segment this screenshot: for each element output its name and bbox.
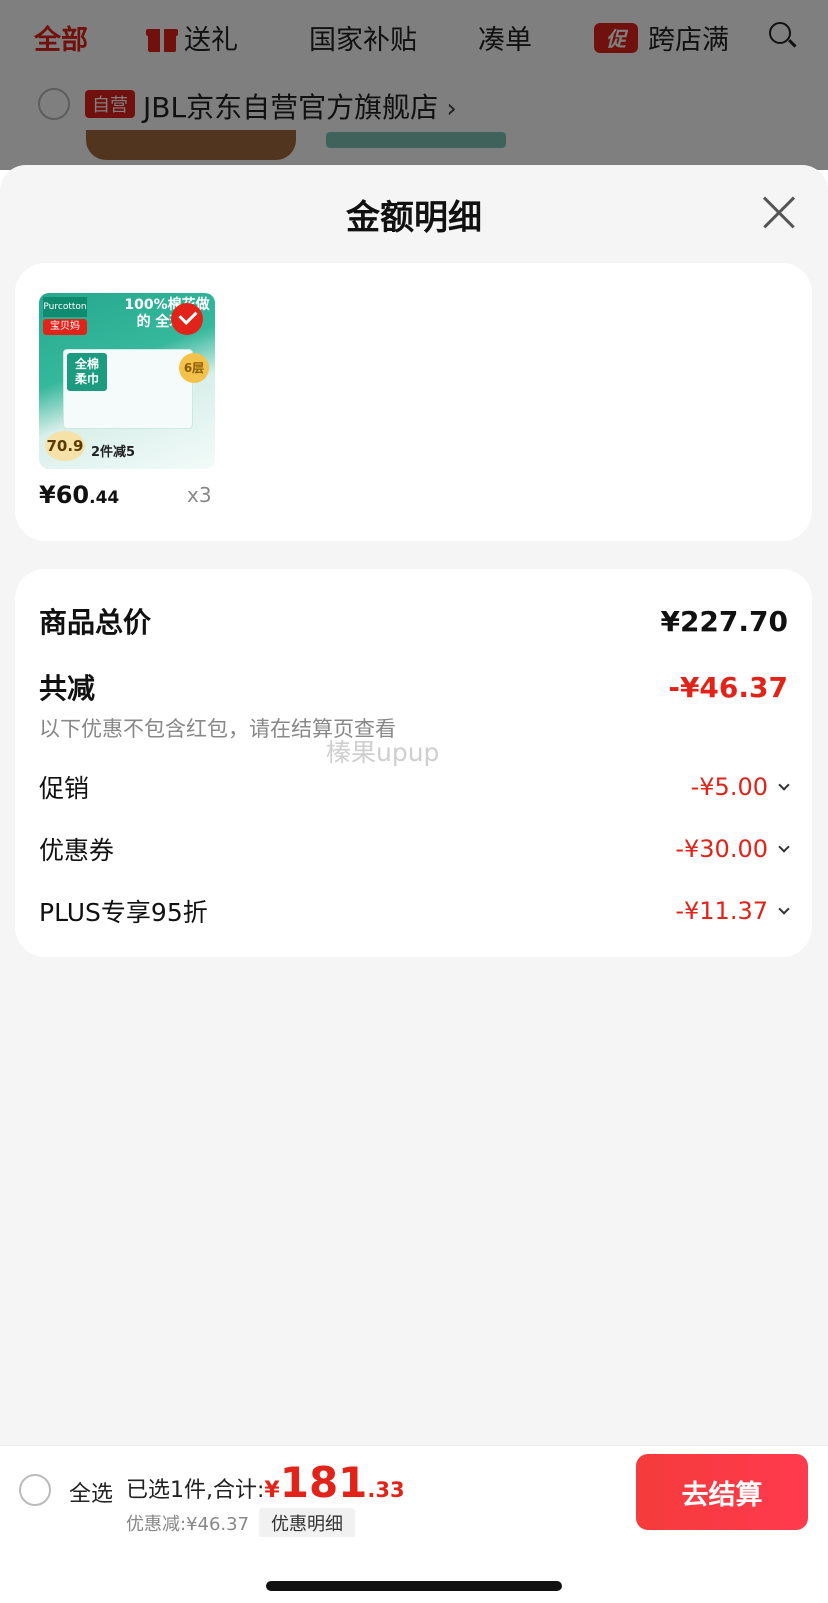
- home-indicator-area: [0, 1537, 828, 1603]
- plus-discount-value: -¥11.37: [675, 897, 768, 925]
- plus-discount-label: PLUS专享95折: [39, 898, 208, 927]
- promotion-label: 促销: [39, 774, 90, 803]
- plus-discount-row[interactable]: PLUS专享95折 -¥11.37: [39, 893, 790, 929]
- total-currency: ¥: [264, 1478, 280, 1503]
- select-all-radio[interactable]: [19, 1474, 51, 1506]
- check-icon: [171, 303, 203, 335]
- product-image-deal: 2件减5: [91, 445, 136, 460]
- price-decimal: .44: [89, 488, 120, 508]
- checkout-button[interactable]: 去结算: [636, 1454, 808, 1530]
- total-price-row: 商品总价 ¥227.70: [39, 601, 788, 641]
- chevron-down-icon[interactable]: [778, 779, 790, 791]
- total-price-label: 商品总价: [39, 606, 152, 639]
- coupon-row[interactable]: 优惠券 -¥30.00: [39, 831, 790, 867]
- product-image-label: 全棉 柔巾: [67, 353, 107, 391]
- total-reduction-label: 共减: [39, 672, 96, 705]
- chevron-down-icon[interactable]: [778, 841, 790, 853]
- selected-count-text: 已选1件,合计:: [126, 1478, 265, 1503]
- product-image[interactable]: Purcotton 宝贝妈 100%棉花做的 全球销 全棉 柔巾 6层 70.9…: [39, 293, 215, 469]
- close-icon[interactable]: [762, 195, 796, 229]
- promotion-row[interactable]: 促销 -¥5.00: [39, 769, 790, 805]
- coupon-label: 优惠券: [39, 836, 115, 865]
- checkout-bar: 全选 已选1件,合计: ¥ 181 .33 优惠减:¥46.37 优惠明细 去结…: [0, 1445, 828, 1538]
- price-integer: ¥60: [39, 481, 90, 509]
- product-image-logo: Purcotton: [43, 297, 87, 317]
- total-reduction-row: 共减 -¥46.37: [39, 667, 788, 707]
- sheet-title: 金额明细: [346, 198, 482, 238]
- promotion-value: -¥5.00: [690, 773, 768, 801]
- product-card: Purcotton 宝贝妈 100%棉花做的 全球销 全棉 柔巾 6层 70.9…: [15, 263, 812, 541]
- product-image-price: 70.9: [45, 431, 85, 461]
- chevron-down-icon[interactable]: [778, 903, 790, 915]
- watermark: 榛果upup: [326, 738, 440, 767]
- coupon-value: -¥30.00: [675, 835, 768, 863]
- discount-line: 优惠减:¥46.37 优惠明细: [126, 1508, 356, 1538]
- total-price-value: ¥227.70: [660, 604, 788, 638]
- select-all-label[interactable]: 全选: [69, 1476, 113, 1508]
- discount-detail-link[interactable]: 优惠明细: [259, 1508, 356, 1538]
- total-integer: 181: [279, 1458, 368, 1507]
- home-indicator[interactable]: [266, 1581, 562, 1591]
- product-image-badge: 6层: [179, 353, 209, 383]
- modal-overlay[interactable]: [0, 0, 828, 170]
- product-image-brand: 宝贝妈: [43, 319, 87, 335]
- total-reduction-value: -¥46.37: [668, 670, 788, 704]
- total-decimal: .33: [367, 1478, 405, 1502]
- product-quantity: x3: [187, 483, 212, 507]
- product-unit-price: ¥60.44: [39, 481, 119, 509]
- amount-detail-sheet: 金额明细 Purcotton 宝贝妈 100%棉花做的 全球销 全棉 柔巾 6层…: [0, 165, 828, 1445]
- discount-amount: 优惠减:¥46.37: [126, 1514, 250, 1535]
- selected-summary: 已选1件,合计: ¥ 181 .33: [126, 1458, 405, 1507]
